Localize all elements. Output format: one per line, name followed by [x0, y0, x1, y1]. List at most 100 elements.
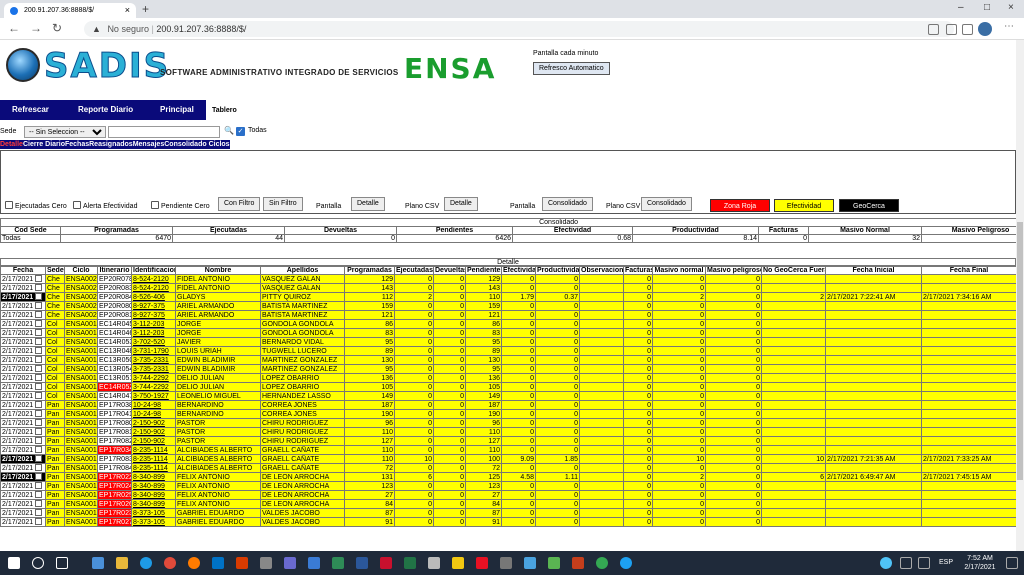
itinerario-cell[interactable]: EC13R050 — [97, 355, 132, 365]
reload-icon[interactable]: ↻ — [52, 21, 62, 35]
identificacion-link[interactable]: 3-750-1927 — [131, 391, 176, 401]
row-checkbox[interactable] — [35, 329, 43, 336]
table-row[interactable]: 2/17/2021 Col ENSA0013 EC13R048 3-731-1790 LO… — [0, 346, 1016, 356]
app-icon-10[interactable] — [500, 557, 512, 569]
row-checkbox[interactable] — [35, 347, 43, 354]
row-checkbox[interactable] — [35, 446, 43, 453]
forward-arrow-icon[interactable]: → — [30, 21, 42, 35]
identificacion-link[interactable]: 3-112-203 — [131, 319, 176, 329]
table-row[interactable]: 2/17/2021 Col ENSA0014 EC14R047 3-750-1927 LE… — [0, 391, 1016, 401]
itinerario-cell[interactable]: EP20R078 — [97, 274, 132, 284]
row-checkbox[interactable] — [35, 392, 43, 399]
itinerario-cell[interactable]: EP20R080 — [97, 301, 132, 311]
row-checkbox[interactable] — [35, 383, 43, 390]
row-checkbox[interactable] — [35, 356, 43, 363]
identificacion-link[interactable]: 10-24-98 — [131, 409, 176, 419]
language-indicator[interactable]: ESP — [939, 559, 953, 566]
app-icon-3[interactable] — [260, 557, 272, 569]
table-row[interactable]: 2/17/2021 Pan ENSA0017 EP17R084 8-235-1114 AL… — [0, 463, 1016, 473]
itinerario-cell[interactable]: EC13R048 — [97, 346, 132, 356]
table-row[interactable]: 2/17/2021 Col ENSA0013 EC13R051 3-744-2292 DE… — [0, 373, 1016, 383]
table-row[interactable]: 2/17/2021 Pan ENSA0017 EP17R027 8-373-105 GAB… — [0, 517, 1016, 527]
sede-select[interactable]: -- Sin Seleccion -- — [24, 126, 106, 138]
itinerario-cell[interactable]: EC14R045 — [97, 319, 132, 329]
row-checkbox[interactable] — [35, 311, 43, 318]
identificacion-link[interactable]: 8-927-375 — [131, 301, 176, 311]
row-checkbox[interactable] — [35, 455, 43, 462]
maximize-button[interactable]: □ — [984, 2, 990, 13]
table-row[interactable]: 2/17/2021 Col ENSA0014 EC14R046 3-112-203 JOR… — [0, 328, 1016, 338]
bookmark-star-icon[interactable] — [928, 24, 939, 35]
table-row[interactable]: 2/17/2021 Pan ENSA0017 EP17R080 2-150-902 PAS… — [0, 418, 1016, 428]
itinerario-cell[interactable]: EP17R082 — [97, 436, 132, 446]
row-checkbox[interactable] — [35, 293, 43, 300]
itinerario-cell[interactable]: EP20R084 — [97, 292, 132, 302]
identificacion-link[interactable]: 3-744-2292 — [131, 382, 176, 392]
itinerario-cell[interactable]: EC13R054 — [97, 364, 132, 374]
app-icon-2[interactable] — [236, 557, 248, 569]
menu-principal[interactable]: Principal — [160, 105, 194, 114]
table-row[interactable]: 2/17/2021 Col ENSA0014 EC14R053 3-702-520 JAV… — [0, 337, 1016, 347]
con-filtro-button[interactable]: Con Filtro — [218, 197, 261, 211]
more-menu-icon[interactable]: ⋯ — [1004, 21, 1014, 32]
identificacion-link[interactable]: 8-373-105 — [131, 517, 176, 527]
identificacion-link[interactable]: 8-235-1114 — [131, 445, 176, 455]
powerpoint-icon[interactable] — [572, 557, 584, 569]
app-icon-11[interactable] — [524, 557, 536, 569]
task-view-icon[interactable] — [56, 557, 68, 569]
table-row[interactable]: 2/17/2021 Che ENSA0020 EP20R080 8-927-375 ARI… — [0, 301, 1016, 311]
app-icon-4[interactable] — [284, 557, 296, 569]
identificacion-link[interactable]: 2-150-902 — [131, 418, 176, 428]
firefox-icon[interactable] — [188, 557, 200, 569]
todas-checkbox[interactable]: ✓ — [236, 127, 245, 136]
profile-avatar[interactable] — [978, 22, 992, 36]
pendiente-cero-check[interactable]: Pendiente Cero — [151, 201, 210, 210]
row-checkbox[interactable] — [35, 509, 43, 516]
identificacion-link[interactable]: 3-744-2292 — [131, 373, 176, 383]
identificacion-link[interactable]: 3-731-1790 — [131, 346, 176, 356]
itinerario-cell[interactable]: EP17R023 — [97, 508, 132, 518]
edge-icon[interactable] — [140, 557, 152, 569]
app-icon-1[interactable] — [92, 557, 104, 569]
outlook-icon[interactable] — [212, 557, 224, 569]
menu-refrescar[interactable]: Refrescar — [12, 105, 49, 114]
identificacion-link[interactable]: 8-927-375 — [131, 310, 176, 320]
address-bar[interactable]: ▲ No seguro | 200.91.207.36:8888/$/ — [84, 21, 954, 37]
itinerario-cell[interactable]: EP17R034 — [97, 445, 132, 455]
auto-refresh-button[interactable]: Refresco Automatico — [533, 62, 610, 75]
page-scrollbar[interactable] — [1016, 40, 1024, 551]
row-checkbox[interactable] — [35, 410, 43, 417]
identificacion-link[interactable]: 3-702-520 — [131, 337, 176, 347]
identificacion-link[interactable]: 10-24-98 — [131, 400, 176, 410]
app-icon-8[interactable] — [428, 557, 440, 569]
identificacion-link[interactable]: 3-735-2331 — [131, 364, 176, 374]
clock[interactable]: 7:52 AM 2/17/2021 — [960, 554, 1000, 572]
app-icon-13[interactable] — [596, 557, 608, 569]
identificacion-link[interactable]: 8-340-899 — [131, 490, 176, 500]
itinerario-cell[interactable]: EP17R038 — [97, 400, 132, 410]
row-checkbox[interactable] — [35, 428, 43, 435]
row-checkbox[interactable] — [35, 275, 43, 282]
itinerario-cell[interactable]: EC14R046 — [97, 328, 132, 338]
itinerario-cell[interactable]: EP17R027 — [97, 517, 132, 527]
row-checkbox[interactable] — [35, 338, 43, 345]
table-row[interactable]: 2/17/2021 Col ENSA0013 EC13R054 3-735-2331 ED… — [0, 364, 1016, 374]
itinerario-cell[interactable]: EP17R081 — [97, 427, 132, 437]
row-checkbox[interactable] — [35, 302, 43, 309]
row-checkbox[interactable] — [35, 419, 43, 426]
menu-tablero[interactable]: Tablero — [212, 107, 237, 114]
pdf-icon[interactable] — [476, 557, 488, 569]
row-checkbox[interactable] — [35, 491, 43, 498]
table-row[interactable]: 2/17/2021 Che ENSA0020 EP20R081 8-927-375 ARI… — [0, 310, 1016, 320]
itinerario-cell[interactable]: EC14R052 — [97, 382, 132, 392]
table-row[interactable]: 2/17/2021 Pan ENSA0017 EP17R022 8-340-899 FEL… — [0, 472, 1016, 482]
row-checkbox[interactable] — [35, 518, 43, 525]
row-checkbox[interactable] — [35, 500, 43, 507]
table-row[interactable]: 2/17/2021 Pan ENSA0017 EP17R026 8-340-899 FEL… — [0, 499, 1016, 509]
identificacion-link[interactable]: 8-524-2120 — [131, 274, 176, 284]
windows-start-icon[interactable] — [8, 557, 20, 569]
identificacion-link[interactable]: 8-526-406 — [131, 292, 176, 302]
itinerario-cell[interactable]: EP17R024 — [97, 481, 132, 491]
identificacion-link[interactable]: 8-340-899 — [131, 499, 176, 509]
table-row[interactable]: 2/17/2021 Pan ENSA0017 EP17R038 10-24-98 BERN… — [0, 400, 1016, 410]
